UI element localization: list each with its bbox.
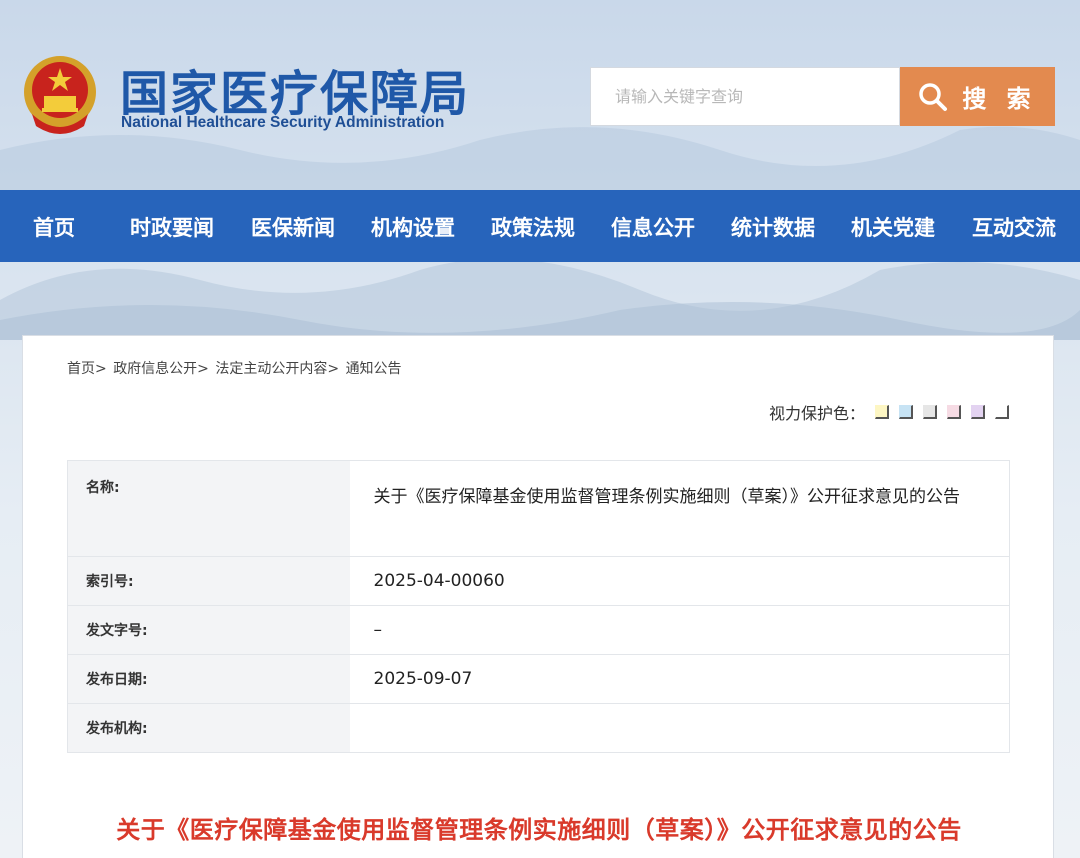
nav-item-statistics[interactable]: 统计数据	[731, 212, 815, 242]
search-button-label: 搜 索	[962, 85, 1037, 113]
breadcrumb-gov-info[interactable]: 政府信息公开>	[113, 361, 209, 377]
breadcrumb-home[interactable]: 首页>	[67, 361, 107, 377]
breadcrumb-statutory[interactable]: 法定主动公开内容>	[215, 361, 339, 377]
table-row: 索引号: 2025-04-00060	[67, 556, 1010, 606]
table-row: 名称: 关于《医疗保障基金使用监督管理条例实施细则（草案）》公开征求意见的公告	[67, 460, 1010, 557]
meta-value: –	[349, 605, 1010, 655]
meta-label: 索引号:	[67, 556, 350, 606]
breadcrumb-notices[interactable]: 通知公告	[346, 361, 402, 377]
search-input[interactable]	[615, 87, 885, 106]
eye-protect-label: 视力保护色：	[768, 404, 865, 423]
meta-label: 发布机构:	[67, 703, 350, 753]
nav-item-party[interactable]: 机关党建	[851, 212, 935, 242]
content-panel: 首页> 政府信息公开> 法定主动公开内容> 通知公告 视力保护色： 名称: 关于…	[22, 335, 1054, 858]
nav-item-policy[interactable]: 政策法规	[491, 212, 575, 242]
breadcrumb: 首页> 政府信息公开> 法定主动公开内容> 通知公告	[67, 358, 404, 378]
site-subtitle: National Healthcare Security Administrat…	[121, 114, 445, 131]
main-nav: 首页 时政要闻 医保新闻 机构设置 政策法规 信息公开 统计数据 机关党建 互动…	[0, 190, 1080, 262]
nav-item-news[interactable]: 医保新闻	[251, 212, 335, 242]
article-title: 关于《医疗保障基金使用监督管理条例实施细则（草案）》公开征求意见的公告	[116, 816, 962, 844]
meta-label: 发布日期:	[67, 654, 350, 704]
document-meta-table: 名称: 关于《医疗保障基金使用监督管理条例实施细则（草案）》公开征求意见的公告 …	[67, 460, 1010, 753]
table-row: 发文字号: –	[67, 605, 1010, 655]
nav-item-interaction[interactable]: 互动交流	[972, 212, 1056, 242]
table-row: 发布日期: 2025-09-07	[67, 654, 1010, 704]
meta-label: 发文字号:	[67, 605, 350, 655]
search-button[interactable]: 搜 索	[900, 67, 1055, 126]
eye-protect-selector: 视力保护色：	[769, 400, 1009, 424]
site-header: 国家医疗保障局 National Healthcare Security Adm…	[0, 0, 1080, 190]
nav-item-home[interactable]: 首页	[33, 212, 75, 242]
swatch-gray[interactable]	[923, 405, 937, 419]
swatch-purple[interactable]	[971, 405, 985, 419]
nav-item-organization[interactable]: 机构设置	[371, 212, 455, 242]
meta-value: 关于《医疗保障基金使用监督管理条例实施细则（草案）》公开征求意见的公告	[349, 460, 1010, 557]
meta-value: 2025-09-07	[349, 654, 1010, 704]
swatch-blue[interactable]	[899, 405, 913, 419]
swatch-white[interactable]	[995, 405, 1009, 419]
meta-value: 2025-04-00060	[349, 556, 1010, 606]
table-row: 发布机构:	[67, 703, 1010, 753]
national-emblem-icon	[24, 56, 96, 134]
search-box	[590, 67, 900, 126]
nav-item-politics[interactable]: 时政要闻	[130, 212, 214, 242]
meta-value	[349, 703, 1010, 753]
search-icon	[919, 82, 948, 111]
meta-label: 名称:	[67, 460, 350, 557]
swatch-pink[interactable]	[947, 405, 961, 419]
nav-item-disclosure[interactable]: 信息公开	[611, 212, 695, 242]
swatch-yellow[interactable]	[875, 405, 889, 419]
